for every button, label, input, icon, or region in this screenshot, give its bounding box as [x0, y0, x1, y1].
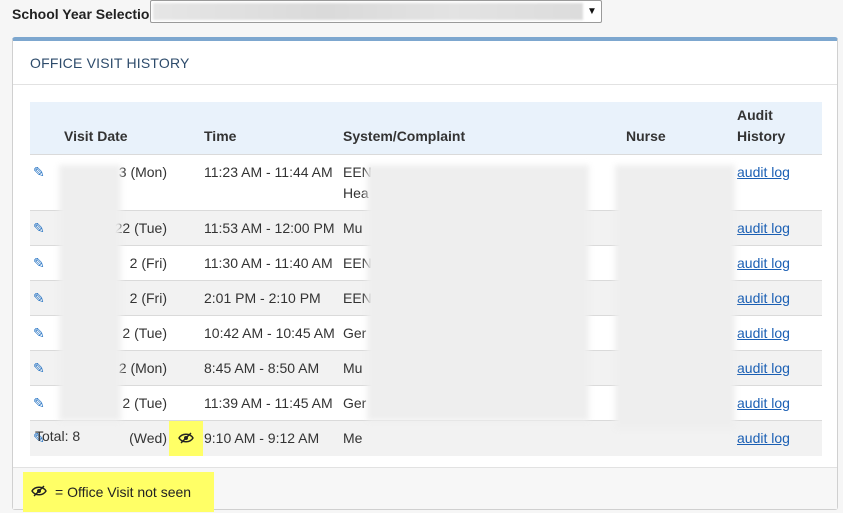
- flag-cell: [169, 314, 204, 350]
- time-cell: 10:42 AM - 10:45 AM: [204, 314, 343, 350]
- school-year-bar: School Year Selection:: [12, 4, 163, 24]
- audit-cell: audit log: [737, 419, 822, 456]
- school-year-select[interactable]: ▼: [150, 0, 602, 23]
- pencil-icon[interactable]: ✎: [33, 323, 45, 344]
- time-cell: 11:53 AM - 12:00 PM: [204, 209, 343, 245]
- edit-cell[interactable]: ✎: [30, 384, 58, 420]
- time-cell: 9:10 AM - 9:12 AM: [204, 419, 343, 456]
- time-cell: 11:23 AM - 11:44 AM: [204, 153, 343, 210]
- complaint-cell: Me: [343, 419, 618, 456]
- pencil-icon[interactable]: ✎: [33, 358, 45, 379]
- flag-cell: [169, 279, 204, 315]
- visit-date: 2 (Tue): [122, 324, 167, 341]
- flag-cell: [169, 153, 204, 210]
- redacted-select-value: [153, 3, 583, 20]
- complaint-text: Ger: [343, 324, 367, 341]
- flag-cell: [169, 244, 204, 280]
- time-cell: 2:01 PM - 2:10 PM: [204, 279, 343, 315]
- legend: = Office Visit not seen: [23, 472, 214, 512]
- header-nurse[interactable]: Nurse: [618, 102, 737, 154]
- redacted-complaint-column: [367, 165, 589, 421]
- complaint-text: Me: [343, 429, 363, 446]
- audit-log-link[interactable]: audit log: [737, 325, 790, 341]
- pencil-icon[interactable]: ✎: [33, 253, 45, 274]
- visit-date: 2 (Fri): [129, 254, 167, 271]
- pencil-icon[interactable]: ✎: [33, 393, 45, 414]
- school-year-label: School Year Selection:: [12, 6, 163, 22]
- pencil-icon[interactable]: ✎: [33, 288, 45, 309]
- audit-log-link[interactable]: audit log: [737, 220, 790, 236]
- audit-log-link[interactable]: audit log: [737, 290, 790, 306]
- header-time[interactable]: Time: [204, 102, 343, 154]
- visit-date: 2 (Mon): [118, 359, 167, 376]
- flag-cell: [169, 349, 204, 385]
- header-audit-history[interactable]: Audit History: [737, 102, 822, 154]
- audit-cell: audit log: [737, 279, 822, 315]
- legend-text: = Office Visit not seen: [55, 484, 192, 500]
- visit-date: 22 (Tue): [114, 219, 167, 236]
- office-visit-panel: OFFICE VISIT HISTORY Visit Date Time Sys…: [12, 37, 838, 512]
- redacted-date-column: [59, 165, 121, 421]
- edit-cell[interactable]: ✎: [30, 314, 58, 350]
- complaint-text: Mu: [343, 359, 363, 376]
- audit-cell: audit log: [737, 384, 822, 420]
- chevron-down-icon[interactable]: ▼: [585, 5, 599, 19]
- edit-cell[interactable]: ✎: [30, 209, 58, 245]
- edit-cell[interactable]: ✎: [30, 279, 58, 315]
- visit-date: 3 (Mon): [118, 163, 167, 180]
- audit-log-link[interactable]: audit log: [737, 164, 790, 180]
- eye-slash-icon: [31, 484, 47, 500]
- flag-cell: [169, 384, 204, 420]
- table-header-row: Visit Date Time System/Complaint Nurse A…: [30, 102, 822, 154]
- visit-date: 2 (Fri): [129, 289, 167, 306]
- audit-log-link[interactable]: audit log: [737, 395, 790, 411]
- audit-cell: audit log: [737, 153, 822, 210]
- redacted-nurse-column: [615, 165, 735, 429]
- eye-slash-icon: [169, 420, 203, 456]
- visit-date: (Wed): [129, 429, 167, 446]
- pencil-icon[interactable]: ✎: [33, 218, 45, 239]
- audit-log-link[interactable]: audit log: [737, 430, 790, 446]
- complaint-text: Mu: [343, 219, 363, 236]
- audit-log-link[interactable]: audit log: [737, 255, 790, 271]
- time-cell: 8:45 AM - 8:50 AM: [204, 349, 343, 385]
- audit-cell: audit log: [737, 349, 822, 385]
- flag-cell: [169, 419, 204, 456]
- audit-cell: audit log: [737, 314, 822, 350]
- edit-cell[interactable]: ✎: [30, 349, 58, 385]
- complaint-text: Ger: [343, 394, 367, 411]
- flag-cell: [169, 209, 204, 245]
- audit-cell: audit log: [737, 209, 822, 245]
- total-count: Total: 8: [35, 428, 81, 444]
- header-flag: [169, 102, 204, 154]
- header-edit: [30, 102, 58, 154]
- pencil-icon[interactable]: ✎: [33, 162, 45, 183]
- time-cell: 11:39 AM - 11:45 AM: [204, 384, 343, 420]
- header-audit-history-text: Audit History: [737, 106, 786, 144]
- audit-cell: audit log: [737, 244, 822, 280]
- header-complaint[interactable]: System/Complaint: [343, 102, 618, 154]
- edit-cell[interactable]: ✎: [30, 153, 58, 210]
- time-cell: 11:30 AM - 11:40 AM: [204, 244, 343, 280]
- header-visit-date[interactable]: Visit Date: [58, 102, 169, 154]
- complaint-text-2: Hea: [343, 184, 369, 201]
- visit-date: 2 (Tue): [122, 394, 167, 411]
- panel-footer: = Office Visit not seen: [13, 467, 837, 512]
- panel-title: OFFICE VISIT HISTORY: [13, 41, 837, 85]
- edit-cell[interactable]: ✎: [30, 244, 58, 280]
- audit-log-link[interactable]: audit log: [737, 360, 790, 376]
